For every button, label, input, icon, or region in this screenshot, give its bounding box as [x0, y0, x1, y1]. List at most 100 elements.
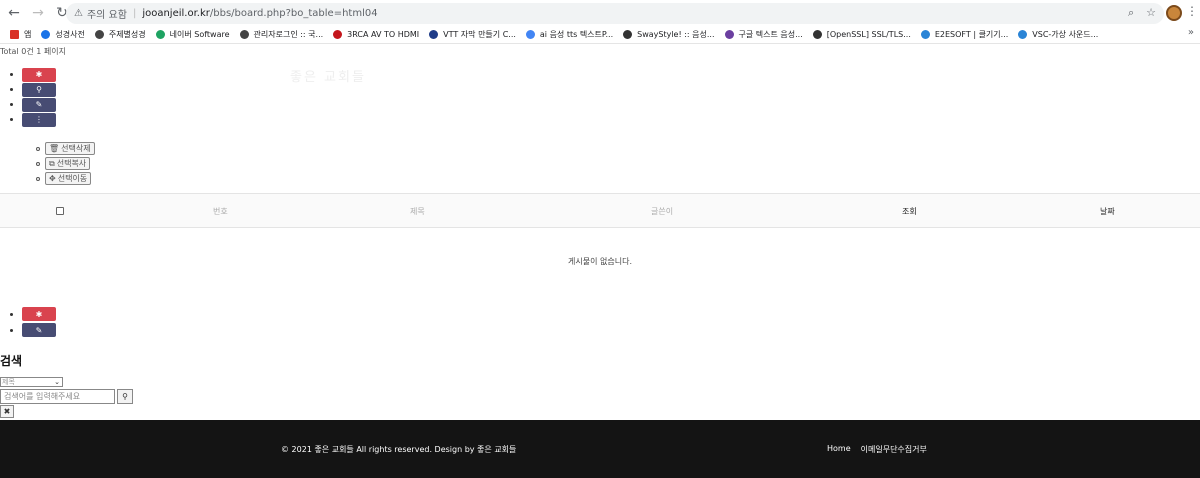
bookmark-label: 네이버 Software — [169, 30, 230, 39]
search-toggle-button[interactable]: ⚲ — [22, 82, 56, 97]
forward-button[interactable]: → — [28, 3, 48, 23]
bookmark-label: VSC-가상 사운드... — [1032, 30, 1099, 39]
search-submit-button[interactable]: ⚲ — [117, 389, 133, 404]
close-icon: ✖ — [3, 407, 11, 416]
bookmark-item[interactable]: VTT 자막 만들기 C... — [429, 29, 516, 40]
address-bar[interactable]: ⚠ 주의 요함 | jooanjeil.or.kr/bbs/board.php?… — [66, 3, 1164, 24]
favicon-icon — [155, 30, 165, 39]
bookmark-item[interactable]: [OpenSSL] SSL/TLS... — [812, 30, 911, 39]
pencil-icon: ✎ — [35, 100, 43, 109]
column-header-number: 번호 — [213, 207, 228, 216]
bottom-button-list: ✱ ✎ — [10, 306, 56, 338]
zoom-icon[interactable]: ⌕ — [1128, 6, 1134, 20]
profile-avatar[interactable] — [1166, 5, 1182, 21]
bookmark-item[interactable]: VSC-가상 사운드... — [1018, 29, 1098, 40]
bookmark-item[interactable]: E2ESOFT | 클기기... — [920, 29, 1009, 40]
star-icon[interactable]: ☆ — [1146, 6, 1156, 20]
copyright-text: © 2021 좋은 교회들 All rights reserved. Desig… — [281, 445, 517, 454]
bookmark-label: 주제별성경 — [108, 30, 146, 39]
admin-settings-button[interactable]: ✱ — [22, 67, 56, 82]
bookmarks-overflow-button[interactable]: » — [1188, 27, 1194, 38]
list-item: ✱ — [10, 306, 56, 322]
delete-selected-button[interactable]: 🗑 선택삭제 — [45, 142, 95, 155]
favicon-icon — [41, 30, 51, 39]
copy-selected-button[interactable]: ⧉ 선택복사 — [45, 157, 91, 170]
bullet — [36, 176, 40, 181]
warning-icon: ⚠ — [74, 8, 83, 19]
bookmark-item[interactable]: SwayStyle! :: 음성... — [623, 29, 715, 40]
bookmark-label: [OpenSSL] SSL/TLS... — [826, 30, 911, 39]
bookmark-label: SwayStyle! :: 음성... — [637, 30, 715, 39]
search-placeholder: 검색어를 입력해주세요 — [4, 392, 81, 401]
bookmark-item[interactable]: 네이버 Software — [155, 29, 230, 40]
search-close-button[interactable]: ✖ — [0, 405, 14, 418]
bookmark-label: 관리자로그인 :: 국... — [253, 30, 324, 39]
favicon-icon — [525, 30, 535, 39]
browser-toolbar: ← → ↻ ⚠ 주의 요함 | jooanjeil.or.kr/bbs/boar… — [0, 0, 1200, 26]
column-header-subject[interactable]: 제목 — [410, 206, 425, 217]
write-button[interactable]: ✎ — [22, 97, 56, 112]
bookmark-item[interactable]: 성경사전 — [41, 29, 85, 40]
move-icon: ✥ — [49, 174, 56, 183]
bookmark-label: 앱 — [24, 30, 32, 39]
table-header: 번호 제목 글쓴이 조회 날짜 — [0, 193, 1200, 228]
bookmark-label: 성경사전 — [55, 30, 85, 39]
bookmark-label: E2ESOFT | 클기기... — [934, 30, 1009, 39]
search-input[interactable]: 검색어를 입력해주세요 — [0, 389, 115, 404]
select-all-checkbox[interactable] — [56, 207, 64, 215]
search-field-select[interactable]: 제목 ⌄ — [0, 377, 63, 387]
favicon-icon — [724, 30, 734, 39]
more-vertical-icon: ⋮ — [35, 115, 43, 124]
move-selected-button[interactable]: ✥ 선택이동 — [45, 172, 92, 185]
url-text: jooanjeil.or.kr/bbs/board.php?bo_table=h… — [142, 8, 377, 19]
bullet — [10, 103, 13, 106]
more-options-button[interactable]: ⋮ — [22, 112, 56, 127]
search-icon: ⚲ — [122, 392, 128, 401]
footer-link-email-policy[interactable]: 이메일무단수집거부 — [861, 444, 927, 455]
url-path: /bbs/board.php?bo_table=html04 — [209, 8, 378, 19]
total-count: Total 0건 1 페이지 — [0, 47, 66, 56]
column-header-date[interactable]: 날짜 — [1100, 206, 1115, 217]
kebab-menu-icon[interactable]: ⋮ — [1186, 4, 1198, 18]
move-selected-label: 선택이동 — [57, 174, 88, 183]
bookmark-label: 구글 텍스트 음성... — [738, 30, 803, 39]
bookmark-item[interactable]: 3RCA AV TO HDMI — [333, 30, 419, 39]
write-button[interactable]: ✎ — [22, 323, 56, 337]
favicon-icon — [812, 30, 822, 39]
board-table: 번호 제목 글쓴이 조회 날짜 게시물이 없습니다. — [0, 193, 1200, 266]
list-item: ⋮ — [10, 112, 56, 127]
url-separator: | — [132, 8, 137, 19]
list-item: ⚲ — [10, 82, 56, 97]
admin-button-list: ✱ ⚲ ✎ ⋮ — [10, 67, 56, 127]
selection-action-list: 🗑 선택삭제 ⧉ 선택복사 ✥ 선택이동 — [36, 141, 95, 186]
bookmark-item[interactable]: 앱 — [10, 29, 31, 40]
admin-settings-button[interactable]: ✱ — [22, 307, 56, 321]
site-footer: © 2021 좋은 교회들 All rights reserved. Desig… — [0, 420, 1200, 478]
gear-icon: ✱ — [35, 70, 43, 79]
list-item: 🗑 선택삭제 — [36, 141, 95, 156]
footer-link-home[interactable]: Home — [827, 444, 851, 455]
column-header-views[interactable]: 조회 — [902, 206, 917, 217]
bullet — [10, 73, 13, 76]
bookmarks-bar: 앱 성경사전 주제별성경 네이버 Software 관리자로그인 :: 국... 3RCA… — [0, 26, 1200, 44]
copy-selected-label: 선택복사 — [56, 159, 87, 168]
bullet — [10, 88, 13, 91]
column-header-author: 글쓴이 — [651, 207, 674, 216]
delete-selected-label: 선택삭제 — [61, 144, 91, 153]
gear-icon: ✱ — [35, 309, 43, 319]
bookmark-item[interactable]: ai 음성 tts 텍스트P... — [525, 29, 614, 40]
bookmark-item[interactable]: 관리자로그인 :: 국... — [239, 29, 324, 40]
bullet — [10, 118, 13, 121]
bookmark-label: VTT 자막 만들기 C... — [443, 30, 516, 39]
list-item: ⧉ 선택복사 — [36, 156, 95, 171]
favicon-icon — [333, 30, 343, 39]
bullet — [36, 146, 40, 151]
copy-icon: ⧉ — [49, 158, 55, 168]
list-item: ✱ — [10, 67, 56, 82]
bookmark-item[interactable]: 주제별성경 — [94, 29, 146, 40]
back-arrow-icon: ← — [8, 5, 20, 21]
back-button[interactable]: ← — [4, 3, 24, 23]
bookmark-label: ai 음성 tts 텍스트P... — [539, 30, 614, 39]
footer-links: Home 이메일무단수집거부 — [827, 444, 927, 455]
bookmark-item[interactable]: 구글 텍스트 음성... — [724, 29, 803, 40]
